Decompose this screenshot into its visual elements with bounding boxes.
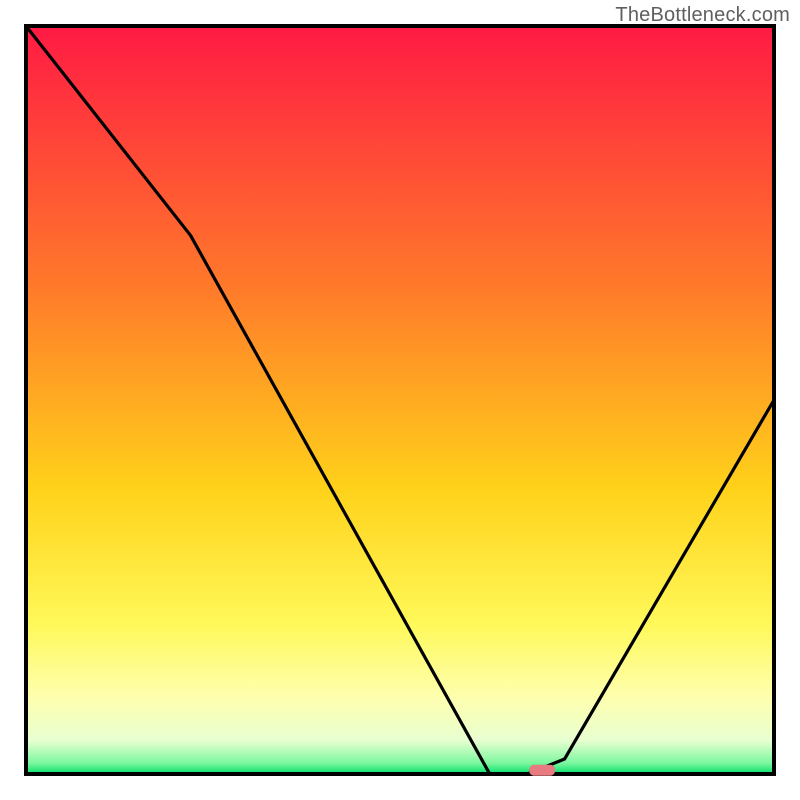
watermark-text: TheBottleneck.com: [615, 4, 790, 27]
chart-container: { "watermark": "TheBottleneck.com", "cha…: [0, 0, 800, 800]
optimal-marker: [529, 765, 555, 776]
plot-background: [26, 26, 774, 774]
bottleneck-chart: [0, 0, 800, 800]
